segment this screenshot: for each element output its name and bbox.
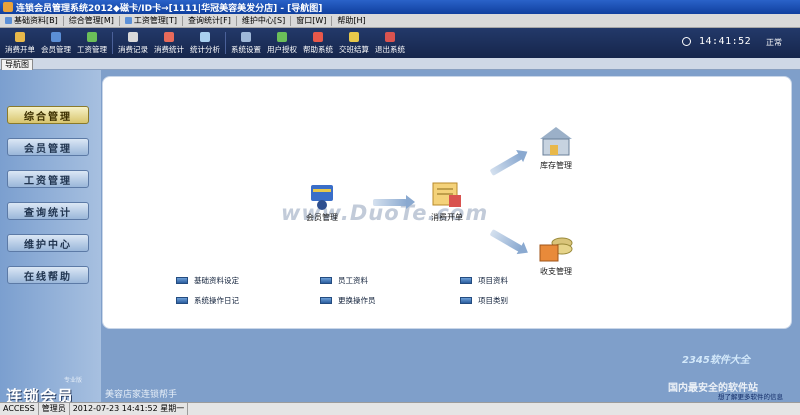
status-datetime: 2012-07-23 14:41:52 星期一 — [70, 403, 189, 415]
records-icon — [128, 31, 138, 42]
member-icon — [51, 31, 61, 42]
menu-maintenance[interactable]: 维护中心[S] — [239, 15, 288, 26]
more-info-link[interactable]: 想了解更多软件的信息 — [718, 391, 783, 401]
clock: 14:41:52 — [682, 36, 751, 47]
tool-stats-analysis[interactable]: 统计分析 — [187, 29, 223, 57]
settlement-icon — [349, 31, 359, 42]
link-staff-data[interactable]: 员工资料 — [320, 275, 368, 286]
user-key-icon — [277, 31, 287, 42]
exit-icon — [385, 31, 395, 42]
flow-arrow — [373, 195, 415, 209]
menu-bar: 基础资料[B] 综合管理[M] 工资管理[T] 查询统计[F] 维护中心[S] … — [0, 14, 800, 28]
flow-arrow — [489, 228, 523, 253]
sidebar-item-general[interactable]: 综合管理 — [7, 106, 89, 124]
status-bar: ACCESS 管理员 2012-07-23 14:41:52 星期一 — [0, 402, 800, 415]
promo-site-logo: 2345软件大全 — [682, 355, 750, 366]
tab-strip — [0, 58, 800, 70]
menu-salary-icon — [124, 17, 132, 24]
sidebar-item-maintenance[interactable]: 维护中心 — [7, 234, 89, 252]
chart-icon — [164, 31, 174, 42]
tool-exit-system[interactable]: 退出系统 — [372, 29, 408, 57]
link-change-operator[interactable]: 更换操作员 — [320, 295, 376, 306]
tool-member-management[interactable]: 会员管理 — [38, 29, 74, 57]
link-icon — [320, 277, 332, 284]
node-cashier[interactable]: 收支管理 — [536, 231, 576, 277]
settings-icon — [241, 31, 251, 42]
menu-window[interactable]: 窗口[W] — [293, 15, 329, 26]
navigation-panel: www.DuoTe.com 会员管理 消费开单 库存管理 收支管理 — [102, 76, 792, 329]
sidebar-item-help[interactable]: 在线帮助 — [7, 266, 89, 284]
sidebar-item-query[interactable]: 查询统计 — [7, 202, 89, 220]
node-inventory[interactable]: 库存管理 — [536, 123, 576, 171]
flow-arrow — [489, 152, 523, 177]
menu-basic-icon — [5, 17, 12, 24]
tab-navigation-map[interactable]: 导航图 — [1, 59, 33, 70]
menu-separator — [235, 15, 237, 26]
analysis-icon — [200, 31, 210, 42]
menu-separator — [290, 15, 292, 26]
menu-basic[interactable]: 基础资料[B] — [2, 15, 61, 26]
title-bar: 连锁会员管理系统2012◆磁卡/ID卡→[1111|华冠美容美发分店] - [导… — [0, 0, 800, 14]
warehouse-icon — [540, 127, 572, 156]
link-operation-log[interactable]: 系统操作日记 — [176, 295, 239, 306]
link-icon — [176, 297, 188, 304]
sidebar-item-members[interactable]: 会员管理 — [7, 138, 89, 156]
promo-tagline: 美容店家连锁帮手 — [105, 390, 178, 400]
link-icon — [176, 277, 188, 284]
node-member-management[interactable]: 会员管理 — [305, 181, 339, 223]
menu-query[interactable]: 查询统计[F] — [185, 15, 234, 26]
tool-consume-order[interactable]: 消费开单 — [2, 29, 38, 57]
sidebar-item-salary[interactable]: 工资管理 — [7, 170, 89, 188]
toolbar: 消费开单 会员管理 工资管理 消费记录 消费统计 统计分析 系统设置 用户授权 … — [0, 28, 800, 58]
node-consume-order[interactable]: 消费开单 — [427, 181, 467, 223]
tool-shift-settlement[interactable]: 交班结算 — [336, 29, 372, 57]
tool-consume-records[interactable]: 消费记录 — [115, 29, 151, 57]
tool-user-authorization[interactable]: 用户授权 — [264, 29, 300, 57]
salary-icon — [87, 31, 97, 42]
menu-separator — [118, 15, 120, 26]
coins-box-icon — [539, 237, 573, 262]
link-icon — [320, 297, 332, 304]
system-status: 正常 — [766, 38, 782, 47]
tool-system-settings[interactable]: 系统设置 — [228, 29, 264, 57]
window-title: 连锁会员管理系统2012◆磁卡/ID卡→[1111|华冠美容美发分店] - [导… — [16, 3, 323, 14]
menu-general[interactable]: 综合管理[M] — [66, 15, 117, 26]
menu-salary[interactable]: 工资管理[T] — [122, 15, 180, 26]
link-icon — [460, 297, 472, 304]
status-user: 管理员 — [39, 403, 70, 415]
link-item-data[interactable]: 项目资料 — [460, 275, 508, 286]
receipt-icon — [15, 31, 25, 42]
sidebar: 综合管理 会员管理 工资管理 查询统计 维护中心 在线帮助 — [0, 70, 101, 402]
tool-salary-management[interactable]: 工资管理 — [74, 29, 110, 57]
tool-consume-stats[interactable]: 消费统计 — [151, 29, 187, 57]
menu-separator — [331, 15, 333, 26]
member-card-icon — [311, 185, 333, 210]
link-item-category[interactable]: 项目类别 — [460, 295, 508, 306]
menu-help[interactable]: 帮助[H] — [334, 15, 368, 26]
link-basic-settings[interactable]: 基础资料设定 — [176, 275, 239, 286]
clock-icon — [682, 37, 691, 46]
menu-separator — [62, 15, 64, 26]
order-sheet-icon — [432, 182, 461, 207]
link-icon — [460, 277, 472, 284]
menu-separator — [182, 15, 184, 26]
tool-help-system[interactable]: 帮助系统 — [300, 29, 336, 57]
app-icon — [3, 2, 13, 12]
toolbar-separator — [225, 32, 226, 54]
status-database: ACCESS — [0, 403, 39, 415]
toolbar-separator — [112, 32, 113, 54]
help-icon — [313, 31, 323, 42]
